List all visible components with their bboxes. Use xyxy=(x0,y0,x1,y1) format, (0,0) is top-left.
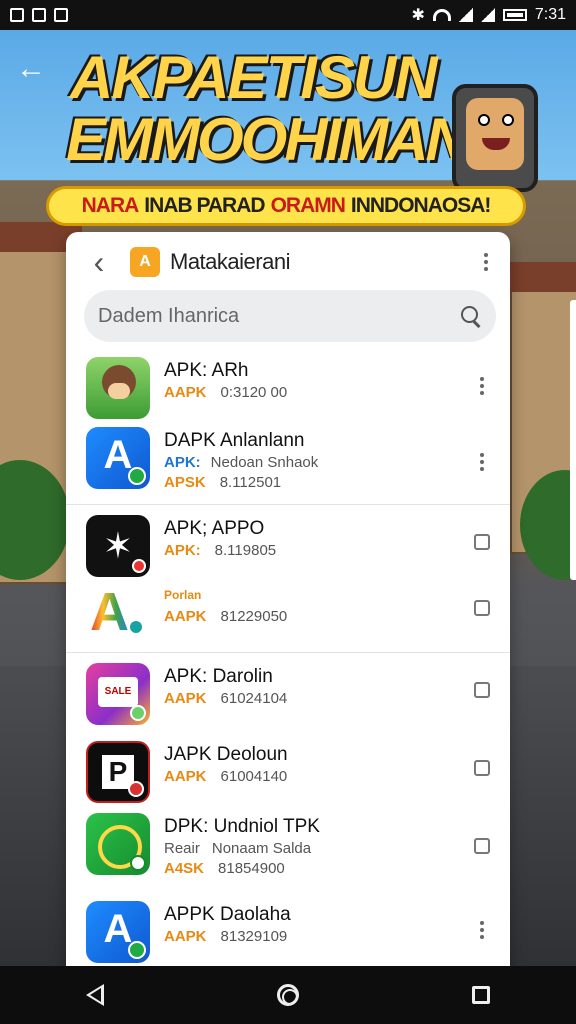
list-item[interactable]: APK: ARh AAPK 0:3120 00 xyxy=(66,352,510,422)
list-item[interactable]: ✶ APK; APPO APK: 8.119805 xyxy=(66,510,510,580)
banner-title-line1: AKPAETISUN xyxy=(70,44,438,111)
notification-icon xyxy=(10,8,24,22)
p-icon: P xyxy=(86,741,150,803)
item-title: APK: Darolin xyxy=(164,666,273,687)
status-left-icons xyxy=(10,8,68,22)
item-more-icon[interactable] xyxy=(470,374,494,398)
phone-mascot-icon xyxy=(452,84,538,192)
item-checkbox[interactable] xyxy=(474,682,490,698)
item-subtitle: AAPK 81229050 xyxy=(164,608,288,625)
list-item[interactable]: DPK: Undniol TPK Reair Nonaam Salda A4SK 8… xyxy=(66,808,510,888)
item-subtitle: AAPK 61004140 xyxy=(164,768,288,785)
item-checkbox[interactable] xyxy=(474,600,490,616)
item-subtitle: AAPK 0:3120 00 xyxy=(164,384,288,401)
item-subtitle: Reair Nonaam Salda xyxy=(164,840,312,857)
item-subtitle: APK: Nedoan Snhaok xyxy=(164,454,319,471)
bluetooth-icon: ✱ xyxy=(411,7,425,24)
color-a-icon: A xyxy=(86,581,150,643)
item-title: APK: ARh xyxy=(164,360,249,381)
list-item[interactable]: A DAPK Anlanlann APK: Nedoan Snhaok APSK 8… xyxy=(66,422,510,502)
edge-panel-handle[interactable] xyxy=(570,300,576,580)
blue-a-icon-2: A xyxy=(86,901,150,963)
banner-ribbon: NARA INAB PARAD ORAMN INNDONAOSA! xyxy=(46,186,526,226)
item-subtitle: APK: 8.119805 xyxy=(164,542,277,559)
card-header: ‹ A Matakaierani xyxy=(66,232,510,292)
item-more-icon[interactable] xyxy=(470,450,494,474)
nav-back-icon[interactable] xyxy=(86,984,105,1006)
divider xyxy=(66,504,510,505)
item-subtitle-2: A4SK 81854900 xyxy=(164,860,285,877)
item-subtitle: AAPK 61024104 xyxy=(164,690,288,707)
list-item[interactable]: A Porlan AAPK 81229050 xyxy=(66,576,510,646)
nav-home-icon[interactable] xyxy=(276,984,299,1006)
green-chat-icon xyxy=(86,813,150,875)
signal-icon xyxy=(458,8,473,22)
battery-icon xyxy=(502,9,527,21)
banner-back-arrow-icon[interactable]: ← xyxy=(16,52,48,85)
status-bar: ✱ 7:31 xyxy=(0,0,576,30)
item-checkbox[interactable] xyxy=(474,534,490,550)
item-title: DPK: Undniol TPK xyxy=(164,816,320,837)
ribbon-text-4: INNDONAOSA! xyxy=(350,194,491,217)
item-title: APK; APPO xyxy=(164,518,265,539)
item-title: JAPK Deoloun xyxy=(164,744,288,765)
black-spider-icon: ✶ xyxy=(86,515,150,577)
ribbon-text-3: ORAMN xyxy=(270,194,346,217)
notification-icon-2 xyxy=(32,8,46,22)
item-title: APPK Daolaha xyxy=(164,904,291,925)
navigation-bar xyxy=(0,966,576,1024)
item-more-icon[interactable] xyxy=(470,918,494,942)
nav-recents-icon[interactable] xyxy=(471,986,490,1004)
list-item[interactable]: SALE APK: Darolin AAPK 61024104 xyxy=(66,658,510,728)
search-bar[interactable]: Dadem Ihanrica xyxy=(84,290,496,342)
item-subtitle: AAPK 81329109 xyxy=(164,928,288,945)
status-time: 7:31 xyxy=(534,6,566,23)
ribbon-text-2: INAB PARAD xyxy=(144,194,265,217)
app-badge-icon: A xyxy=(130,247,160,277)
card-title: Matakaierani xyxy=(170,249,290,274)
item-checkbox[interactable] xyxy=(474,838,490,854)
ribbon-text-1: NARA xyxy=(81,194,140,217)
header-more-icon[interactable] xyxy=(474,250,498,274)
blue-a-icon: A xyxy=(86,427,150,489)
search-input[interactable]: Dadem Ihanrica xyxy=(98,305,460,328)
app-list-card: ‹ A Matakaierani Dadem Ihanrica APK: ARh… xyxy=(66,232,510,972)
list-item[interactable]: P JAPK Deoloun AAPK 61004140 xyxy=(66,736,510,806)
item-title: Porlan xyxy=(164,588,202,602)
status-right-icons: ✱ 7:31 xyxy=(411,5,566,25)
signal-icon-2 xyxy=(480,8,495,22)
divider xyxy=(66,652,510,653)
back-button[interactable]: ‹ xyxy=(78,241,120,283)
item-subtitle-2: APSK 8.112501 xyxy=(164,474,282,491)
pink-store-icon: SALE xyxy=(86,663,150,725)
item-title: DAPK Anlanlann xyxy=(164,430,305,451)
item-checkbox[interactable] xyxy=(474,760,490,776)
notification-icon-3 xyxy=(54,8,68,22)
monkey-icon xyxy=(86,357,150,419)
wifi-icon xyxy=(432,9,451,21)
search-icon[interactable] xyxy=(460,305,482,327)
list-item[interactable]: A APPK Daolaha AAPK 81329109 xyxy=(66,896,510,966)
